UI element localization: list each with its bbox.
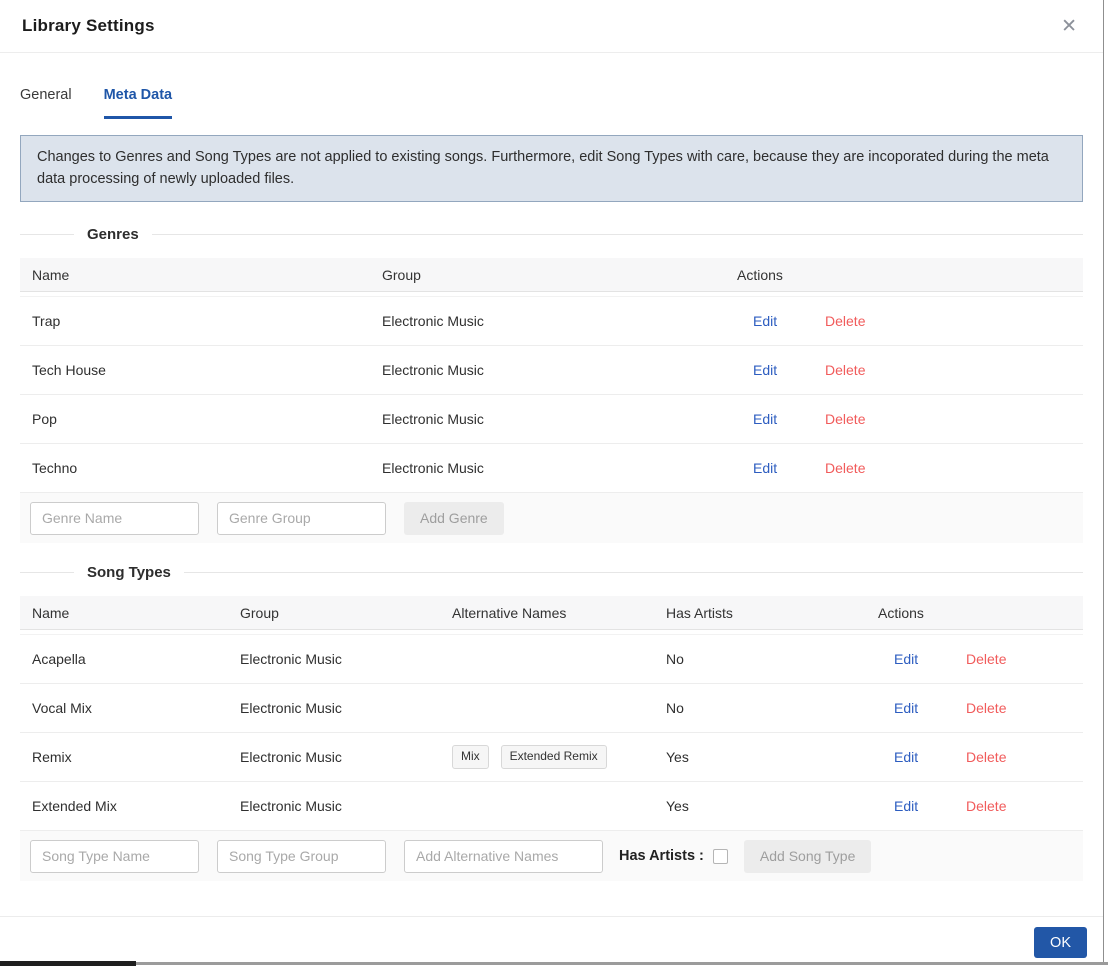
song-type-has-artists: Yes bbox=[666, 749, 689, 765]
song-types-table: Name Group Alternative Names Has Artists… bbox=[20, 596, 1083, 881]
column-header-actions: Actions bbox=[878, 604, 924, 621]
divider-line bbox=[20, 234, 74, 235]
edit-link[interactable]: Edit bbox=[894, 700, 918, 716]
song-type-group: Electronic Music bbox=[240, 798, 342, 814]
dialog-title: Library Settings bbox=[22, 16, 155, 35]
genre-group: Electronic Music bbox=[382, 411, 484, 427]
song-type-group: Electronic Music bbox=[240, 749, 342, 765]
genres-table: Name Group Actions Trap Electronic Music… bbox=[20, 258, 1083, 543]
song-type-name: Vocal Mix bbox=[32, 700, 92, 716]
genre-name: Trap bbox=[32, 313, 61, 329]
dialog-header: Library Settings ✕ bbox=[0, 0, 1103, 53]
tab-bar: General Meta Data bbox=[0, 87, 1103, 119]
table-row: Tech House Electronic Music Edit Delete bbox=[20, 346, 1083, 395]
table-row: Extended Mix Electronic Music Yes Edit D… bbox=[20, 782, 1083, 831]
table-row: Techno Electronic Music Edit Delete bbox=[20, 444, 1083, 493]
divider-line bbox=[183, 572, 1083, 573]
has-artists-label: Has Artists : bbox=[619, 848, 704, 864]
song-type-name-input[interactable] bbox=[30, 839, 199, 873]
genre-name: Pop bbox=[32, 411, 57, 427]
delete-link[interactable]: Delete bbox=[825, 313, 865, 329]
column-header-has-artists: Has Artists bbox=[666, 604, 733, 621]
horizontal-scrollbar-track[interactable] bbox=[0, 962, 1108, 965]
edit-link[interactable]: Edit bbox=[894, 749, 918, 765]
delete-link[interactable]: Delete bbox=[966, 700, 1006, 716]
column-header-group: Group bbox=[382, 266, 421, 283]
genres-section-title: Genres bbox=[87, 226, 139, 243]
dialog-footer: OK bbox=[0, 916, 1103, 958]
song-type-alt-names: Mix Extended Remix bbox=[440, 745, 654, 769]
add-genre-button[interactable]: Add Genre bbox=[404, 501, 504, 535]
column-header-name: Name bbox=[32, 604, 70, 621]
delete-link[interactable]: Delete bbox=[966, 798, 1006, 814]
add-genre-row: Add Genre bbox=[20, 493, 1083, 543]
song-type-group: Electronic Music bbox=[240, 700, 342, 716]
genre-name: Tech House bbox=[32, 362, 106, 378]
genre-name: Techno bbox=[32, 460, 78, 476]
song-type-name: Extended Mix bbox=[32, 798, 117, 814]
genres-table-header: Name Group Actions bbox=[20, 258, 1083, 292]
table-row: Remix Electronic Music Mix Extended Remi… bbox=[20, 733, 1083, 782]
song-type-has-artists: No bbox=[666, 700, 684, 716]
song-type-has-artists: Yes bbox=[666, 798, 689, 814]
ok-button[interactable]: OK bbox=[1034, 927, 1087, 958]
horizontal-scrollbar-thumb[interactable] bbox=[0, 961, 136, 966]
genre-group: Electronic Music bbox=[382, 460, 484, 476]
divider-line bbox=[151, 234, 1083, 235]
delete-link[interactable]: Delete bbox=[825, 411, 865, 427]
song-type-has-artists: No bbox=[666, 651, 684, 667]
table-row: Acapella Electronic Music No Edit Delete bbox=[20, 635, 1083, 684]
delete-link[interactable]: Delete bbox=[825, 362, 865, 378]
genres-section-divider: Genres bbox=[0, 226, 1103, 243]
edit-link[interactable]: Edit bbox=[753, 313, 777, 329]
edit-link[interactable]: Edit bbox=[894, 798, 918, 814]
column-header-alternative-names: Alternative Names bbox=[452, 604, 567, 621]
table-row: Vocal Mix Electronic Music No Edit Delet… bbox=[20, 684, 1083, 733]
has-artists-checkbox[interactable] bbox=[712, 848, 728, 864]
song-types-section-title: Song Types bbox=[87, 564, 171, 581]
genre-group-input[interactable] bbox=[217, 501, 386, 535]
tab-general[interactable]: General bbox=[20, 87, 72, 119]
edit-link[interactable]: Edit bbox=[753, 362, 777, 378]
add-song-type-button[interactable]: Add Song Type bbox=[743, 839, 872, 873]
alt-name-tag: Extended Remix bbox=[500, 745, 607, 769]
delete-link[interactable]: Delete bbox=[966, 749, 1006, 765]
column-header-group: Group bbox=[240, 604, 279, 621]
delete-link[interactable]: Delete bbox=[966, 651, 1006, 667]
add-song-type-row: Has Artists : Add Song Type bbox=[20, 831, 1083, 881]
divider-line bbox=[20, 572, 74, 573]
song-types-section-divider: Song Types bbox=[0, 564, 1103, 581]
song-types-table-header: Name Group Alternative Names Has Artists… bbox=[20, 596, 1083, 630]
song-type-group-input[interactable] bbox=[217, 839, 386, 873]
info-banner: Changes to Genres and Song Types are not… bbox=[20, 135, 1083, 202]
edit-link[interactable]: Edit bbox=[753, 460, 777, 476]
genre-name-input[interactable] bbox=[30, 501, 199, 535]
song-type-name: Remix bbox=[32, 749, 72, 765]
close-icon[interactable]: ✕ bbox=[1057, 15, 1081, 38]
tab-meta-data[interactable]: Meta Data bbox=[103, 87, 173, 119]
delete-link[interactable]: Delete bbox=[825, 460, 865, 476]
table-row: Trap Electronic Music Edit Delete bbox=[20, 297, 1083, 346]
library-settings-dialog: Library Settings ✕ General Meta Data Cha… bbox=[0, 0, 1104, 962]
edit-link[interactable]: Edit bbox=[894, 651, 918, 667]
table-row: Pop Electronic Music Edit Delete bbox=[20, 395, 1083, 444]
alt-name-tag: Mix bbox=[452, 745, 489, 769]
genre-group: Electronic Music bbox=[382, 313, 484, 329]
alternative-names-input[interactable] bbox=[404, 839, 603, 873]
song-type-name: Acapella bbox=[32, 651, 86, 667]
edit-link[interactable]: Edit bbox=[753, 411, 777, 427]
genre-group: Electronic Music bbox=[382, 362, 484, 378]
song-type-group: Electronic Music bbox=[240, 651, 342, 667]
column-header-name: Name bbox=[32, 266, 70, 283]
column-header-actions: Actions bbox=[737, 266, 783, 283]
